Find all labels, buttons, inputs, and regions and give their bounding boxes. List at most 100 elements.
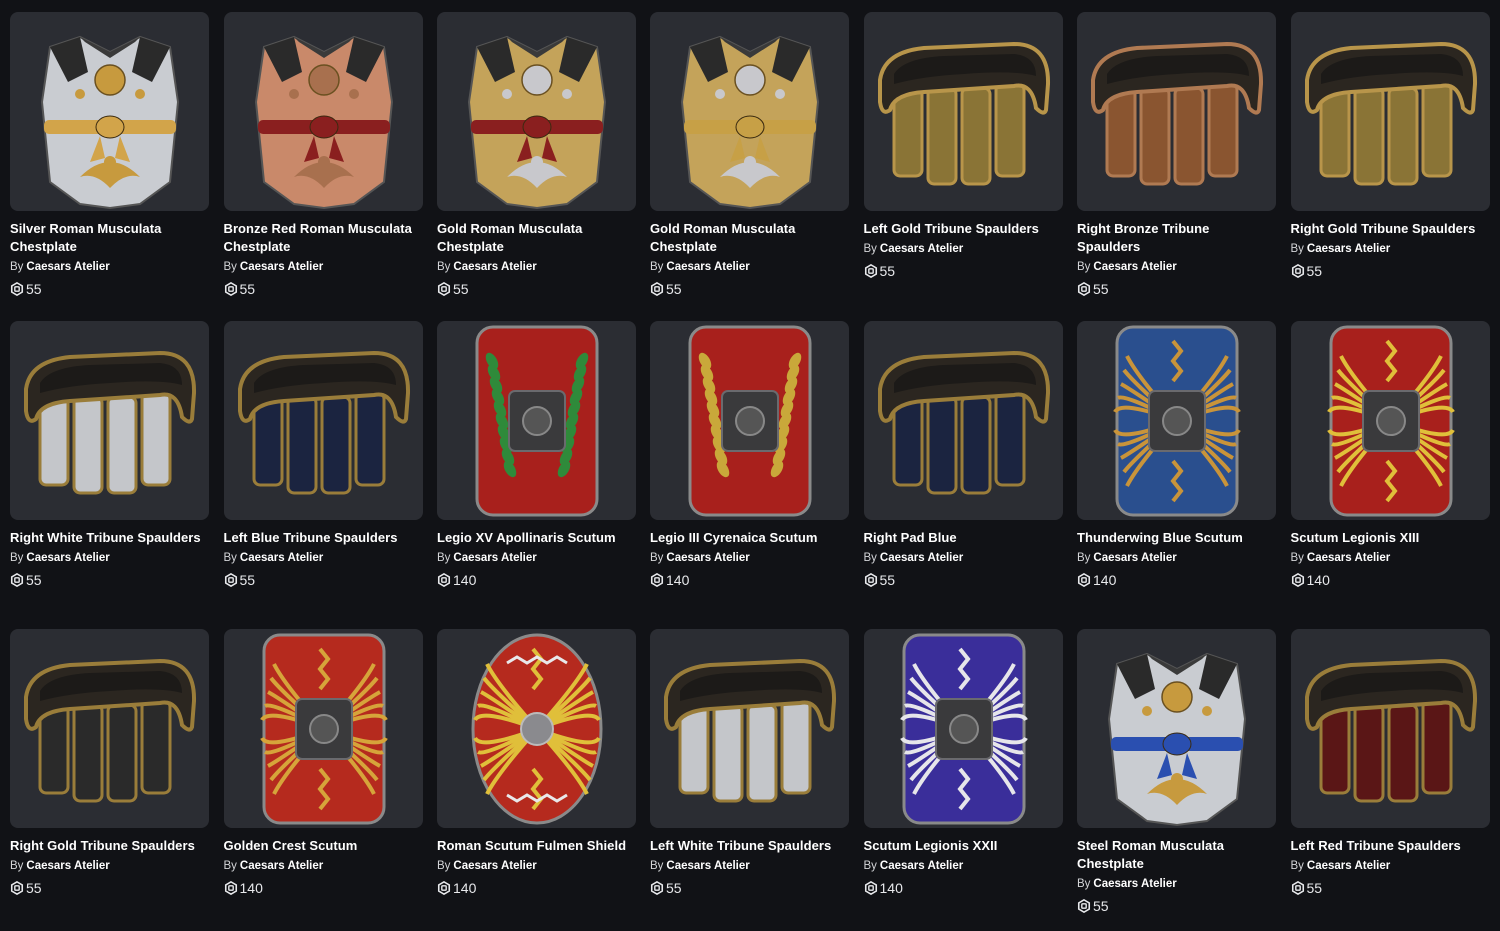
creator-link[interactable]: Caesars Atelier — [880, 243, 963, 255]
item-thumbnail[interactable] — [10, 321, 209, 520]
item-thumbnail[interactable] — [863, 12, 1063, 211]
item-name[interactable]: Thunderwing Blue Scutum — [1077, 529, 1276, 547]
item-thumbnail[interactable] — [437, 12, 636, 211]
item-name[interactable]: Roman Scutum Fulmen Shield — [437, 837, 636, 855]
catalog-item-card[interactable]: Legio XV Apollinaris Scutum By Caesars At… — [437, 321, 636, 589]
catalog-item-card[interactable]: Left White Tribune Spaulders By Caesars A… — [650, 629, 849, 897]
price-value: 140 — [453, 572, 477, 588]
item-name[interactable]: Right Gold Tribune Spaulders — [1291, 220, 1490, 238]
catalog-item-card[interactable]: Legio III Cyrenaica Scutum By Caesars Ate… — [650, 321, 849, 589]
item-price: 55 — [10, 280, 209, 298]
item-name[interactable]: Bronze Red Roman Musculata Chestplate — [224, 220, 423, 256]
catalog-item-card[interactable]: Right White Tribune Spaulders By Caesars … — [10, 321, 209, 589]
catalog-item-card[interactable]: Thunderwing Blue Scutum By Caesars Atelie… — [1077, 321, 1276, 589]
item-name[interactable]: Left Red Tribune Spaulders — [1291, 837, 1490, 855]
item-name[interactable]: Left Blue Tribune Spaulders — [224, 529, 423, 547]
catalog-item-card[interactable]: Silver Roman Musculata Chestplate By Caes… — [10, 12, 209, 298]
robux-icon — [1291, 881, 1304, 895]
item-name[interactable]: Scutum Legionis XXII — [864, 837, 1063, 855]
creator-link[interactable]: Caesars Atelier — [1093, 261, 1176, 273]
creator-link[interactable]: Caesars Atelier — [1307, 552, 1390, 564]
creator-by-label: By — [650, 261, 664, 273]
creator-link[interactable]: Caesars Atelier — [26, 860, 109, 872]
creator-link[interactable]: Caesars Atelier — [26, 552, 109, 564]
creator-link[interactable]: Caesars Atelier — [1307, 243, 1390, 255]
catalog-item-card[interactable]: Gold Roman Musculata Chestplate By Caesar… — [650, 12, 849, 298]
item-thumbnail[interactable] — [650, 321, 849, 520]
item-name[interactable]: Right Pad Blue — [864, 529, 1063, 547]
creator-link[interactable]: Caesars Atelier — [666, 860, 749, 872]
price-value: 55 — [26, 880, 42, 896]
catalog-item-card[interactable]: Scutum Legionis XXII By Caesars Atelier 1… — [863, 629, 1063, 897]
creator-link[interactable]: Caesars Atelier — [880, 860, 963, 872]
catalog-item-card[interactable]: Right Bronze Tribune Spaulders By Caesars… — [1077, 12, 1276, 298]
creator-by-label: By — [1290, 552, 1304, 564]
catalog-item-card[interactable]: Right Gold Tribune Spaulders By Caesars A… — [10, 629, 209, 897]
catalog-item-card[interactable]: Right Gold Tribune Spaulders By Caesars A… — [1290, 12, 1490, 280]
creator-link[interactable]: Caesars Atelier — [666, 261, 749, 273]
item-creator: By Caesars Atelier — [1291, 241, 1490, 257]
catalog-item-card[interactable]: Left Blue Tribune Spaulders By Caesars At… — [223, 321, 423, 589]
creator-link[interactable]: Caesars Atelier — [1093, 878, 1176, 890]
item-thumbnail[interactable] — [1077, 321, 1276, 520]
catalog-item-card[interactable]: Bronze Red Roman Musculata Chestplate By… — [223, 12, 423, 298]
creator-link[interactable]: Caesars Atelier — [453, 552, 536, 564]
item-thumbnail[interactable] — [10, 629, 209, 828]
price-value: 55 — [666, 880, 682, 896]
creator-link[interactable]: Caesars Atelier — [240, 552, 323, 564]
robux-icon — [1291, 573, 1304, 587]
item-thumbnail[interactable] — [1290, 321, 1490, 520]
item-name[interactable]: Silver Roman Musculata Chestplate — [10, 220, 209, 256]
creator-link[interactable]: Caesars Atelier — [453, 261, 536, 273]
catalog-item-card[interactable]: Roman Scutum Fulmen Shield By Caesars Ate… — [437, 629, 636, 897]
item-name[interactable]: Right Gold Tribune Spaulders — [10, 837, 209, 855]
item-name[interactable]: Legio XV Apollinaris Scutum — [437, 529, 636, 547]
item-thumbnail[interactable] — [650, 12, 849, 211]
item-thumbnail[interactable] — [1077, 12, 1276, 211]
catalog-item-card[interactable]: Gold Roman Musculata Chestplate By Caesar… — [437, 12, 636, 298]
item-name[interactable]: Golden Crest Scutum — [224, 837, 423, 855]
catalog-item-card[interactable]: Right Pad Blue By Caesars Atelier 55 — [863, 321, 1063, 589]
item-thumbnail[interactable] — [223, 12, 423, 211]
creator-link[interactable]: Caesars Atelier — [880, 552, 963, 564]
item-name[interactable]: Legio III Cyrenaica Scutum — [650, 529, 849, 547]
creator-link[interactable]: Caesars Atelier — [1093, 552, 1176, 564]
creator-link[interactable]: Caesars Atelier — [240, 261, 323, 273]
creator-by-label: By — [1290, 860, 1304, 872]
catalog-item-card[interactable]: Golden Crest Scutum By Caesars Atelier 14… — [223, 629, 423, 897]
creator-link[interactable]: Caesars Atelier — [1307, 860, 1390, 872]
item-thumbnail[interactable] — [437, 629, 636, 828]
item-name[interactable]: Right White Tribune Spaulders — [10, 529, 209, 547]
catalog-item-card[interactable]: Left Gold Tribune Spaulders By Caesars At… — [863, 12, 1063, 280]
item-price: 140 — [650, 571, 849, 589]
price-value: 140 — [879, 880, 903, 896]
item-thumbnail[interactable] — [1290, 629, 1490, 828]
item-name[interactable]: Steel Roman Musculata Chestplate — [1077, 837, 1276, 873]
item-thumbnail[interactable] — [223, 629, 423, 828]
item-thumbnail[interactable] — [1077, 629, 1276, 828]
item-thumbnail[interactable] — [437, 321, 636, 520]
item-thumbnail[interactable] — [223, 321, 423, 520]
item-price: 55 — [650, 280, 849, 298]
creator-link[interactable]: Caesars Atelier — [26, 261, 109, 273]
item-name[interactable]: Right Bronze Tribune Spaulders — [1077, 220, 1276, 256]
creator-link[interactable]: Caesars Atelier — [666, 552, 749, 564]
item-price: 55 — [650, 879, 849, 897]
creator-by-label: By — [437, 261, 451, 273]
item-name[interactable]: Gold Roman Musculata Chestplate — [650, 220, 849, 256]
item-name[interactable]: Scutum Legionis XIII — [1291, 529, 1490, 547]
creator-link[interactable]: Caesars Atelier — [240, 860, 323, 872]
item-thumbnail[interactable] — [863, 321, 1063, 520]
catalog-item-card[interactable]: Scutum Legionis XIII By Caesars Atelier 1… — [1290, 321, 1490, 589]
item-name[interactable]: Left Gold Tribune Spaulders — [864, 220, 1063, 238]
item-name[interactable]: Left White Tribune Spaulders — [650, 837, 849, 855]
item-thumbnail[interactable] — [1290, 12, 1490, 211]
item-name[interactable]: Gold Roman Musculata Chestplate — [437, 220, 636, 256]
catalog-item-card[interactable]: Steel Roman Musculata Chestplate By Caesa… — [1077, 629, 1276, 915]
item-thumbnail[interactable] — [650, 629, 849, 828]
price-value: 140 — [1093, 572, 1117, 588]
item-thumbnail[interactable] — [10, 12, 209, 211]
catalog-item-card[interactable]: Left Red Tribune Spaulders By Caesars Ate… — [1290, 629, 1490, 897]
creator-link[interactable]: Caesars Atelier — [453, 860, 536, 872]
item-thumbnail[interactable] — [863, 629, 1063, 828]
